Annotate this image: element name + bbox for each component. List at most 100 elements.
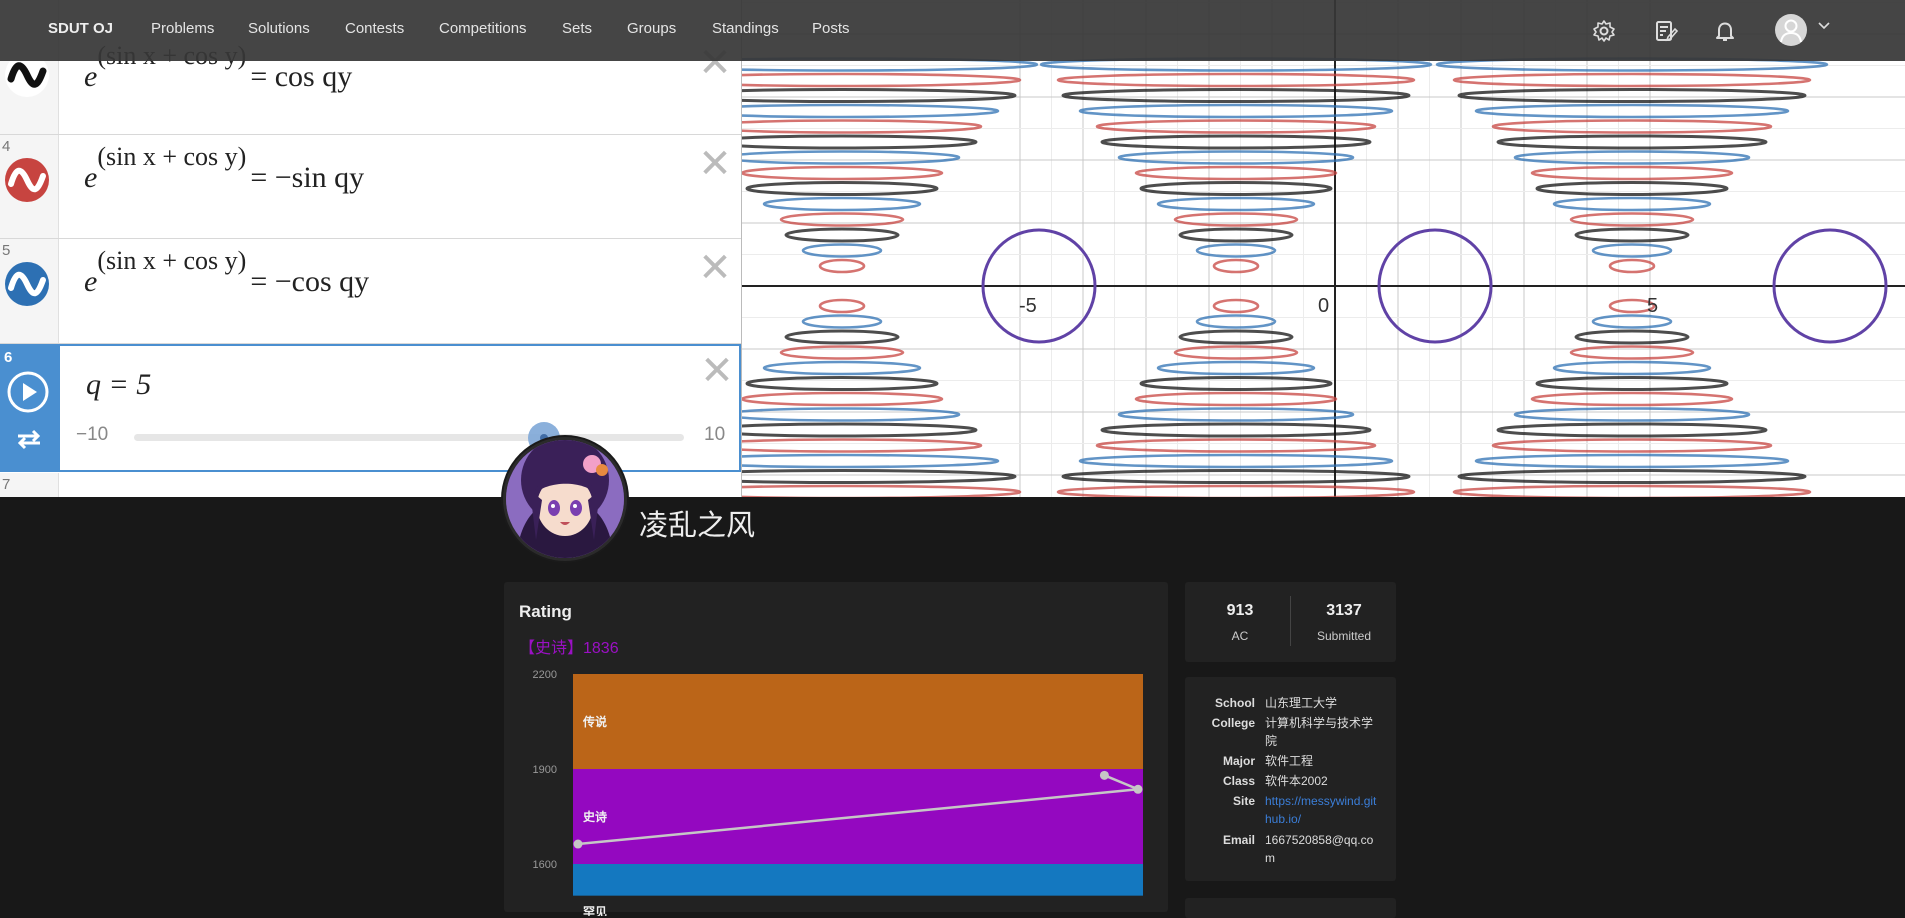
curve-contour: [742, 134, 978, 150]
nav-contests[interactable]: Contests: [345, 20, 404, 37]
curve-contour: [742, 469, 1017, 484]
curve-contour: [745, 376, 939, 391]
submitted-label: Submitted: [1316, 629, 1372, 643]
curve-contour: [1530, 391, 1734, 407]
expression-formula[interactable]: e(sin x + cos y) = −sin qy: [84, 142, 364, 195]
curve-contour: [742, 438, 983, 453]
y-tick-label: 2200: [533, 669, 557, 681]
curve-contour: [1474, 453, 1790, 469]
curve-contour: [1212, 298, 1260, 314]
slider-track[interactable]: [134, 434, 684, 441]
submitted-count: 3137: [1326, 602, 1362, 619]
delete-expression-icon[interactable]: ✕: [698, 144, 732, 184]
curve-contour: [1156, 360, 1316, 376]
rating-chart: 传说史诗罕见 2200 1900 1600: [533, 669, 1143, 916]
curve-contour: [1212, 258, 1260, 274]
rating-card: Rating 【史诗】1836 传说 史诗 罕见 2200 1900 1600: [504, 582, 1168, 916]
curve-contour: [742, 165, 944, 181]
curve-contour: [1100, 134, 1372, 150]
band-label: 史诗: [583, 809, 607, 824]
nav-posts[interactable]: Posts: [812, 20, 850, 37]
curve-contour: [742, 422, 978, 438]
edit-note-icon[interactable]: [1654, 19, 1678, 43]
curve-contour: [1535, 376, 1729, 391]
curve-contour: [779, 345, 905, 360]
curve-contour: [1178, 329, 1294, 345]
graph-tick-label: 5: [1647, 295, 1658, 317]
curve-contour: [1173, 345, 1299, 360]
rating-point: [1099, 770, 1109, 780]
rating-band: [573, 864, 1143, 896]
graph-tick-label: -5: [1019, 295, 1037, 317]
row-number: 6: [4, 349, 13, 366]
chevron-down-icon[interactable]: [1816, 18, 1832, 34]
nav-groups[interactable]: Groups: [627, 20, 676, 37]
ac-label: AC: [1231, 629, 1249, 643]
curve-contour: [1173, 212, 1299, 227]
nav-problems[interactable]: Problems: [151, 20, 214, 37]
rating-band: [573, 674, 1143, 769]
notification-bell-icon[interactable]: [1713, 19, 1737, 43]
curve-contour: [742, 484, 1022, 497]
curve-contour: [745, 181, 939, 196]
expression-formula[interactable]: e(sin x + cos y) = −cos qy: [84, 246, 369, 299]
loop-icon[interactable]: [14, 426, 44, 452]
stat-submitted: 3137 Submitted: [1294, 602, 1394, 643]
site-brand[interactable]: SDUT OJ: [48, 20, 113, 37]
profile-username: 凌乱之风: [639, 510, 756, 542]
graph-style-icon[interactable]: [4, 157, 50, 203]
curve-contour: [1491, 438, 1773, 453]
curve-contour: [1139, 181, 1333, 196]
nav-solutions[interactable]: Solutions: [248, 20, 310, 37]
curve-contour: [1457, 88, 1807, 103]
row-gutter: 4: [0, 135, 59, 238]
nav-standings[interactable]: Standings: [712, 20, 779, 37]
band-label: 传说: [582, 714, 607, 729]
extra-card: [1185, 898, 1396, 918]
curve-contour: [1496, 134, 1768, 150]
curve-contour: [1569, 212, 1695, 227]
stats-card: 913 AC 3137 Submitted: [1185, 582, 1396, 662]
curve-contour: [818, 258, 866, 274]
expression-formula: e(sin x + cos y) = cos qy: [84, 41, 353, 93]
settings-gear-icon[interactable]: [1592, 19, 1616, 43]
curve-contour: [1496, 422, 1768, 438]
curve-contour: [1608, 258, 1656, 274]
rating-point: [573, 839, 583, 849]
profile-avatar: [503, 437, 627, 561]
expression-row: 5 e(sin x + cos y) = −cos qy ✕: [0, 239, 741, 344]
curve-contour: [1078, 103, 1394, 119]
row-gutter: 7: [0, 473, 59, 497]
graph-curves: [742, 57, 1888, 497]
graph-style-icon[interactable]: [4, 261, 50, 307]
user-avatar-icon[interactable]: [1775, 14, 1807, 46]
curve-contour: [742, 407, 961, 422]
slider-label[interactable]: q = 5: [86, 368, 151, 402]
row-number: 7: [2, 476, 11, 493]
curve-contour: [1178, 227, 1294, 243]
curve-contour: [762, 196, 922, 212]
curve-contour: [784, 227, 900, 243]
curve-contour: [1139, 376, 1333, 391]
nav-competitions[interactable]: Competitions: [439, 20, 527, 37]
curve-contour: [1095, 438, 1377, 453]
curve-contour: [1513, 407, 1751, 422]
curve-contour: [1117, 407, 1355, 422]
curve-contour: [742, 103, 1000, 119]
nav-sets[interactable]: Sets: [562, 20, 592, 37]
curve-contour: [1569, 345, 1695, 360]
curve-contour: [818, 298, 866, 314]
curve-contour: [1552, 360, 1712, 376]
site-link[interactable]: https://messywind.github.io/: [1265, 792, 1383, 828]
graph-canvas: -5 0 5: [742, 0, 1905, 497]
curve-contour: [779, 212, 905, 227]
delete-expression-icon[interactable]: ✕: [698, 248, 732, 288]
delete-expression-icon[interactable]: ✕: [700, 351, 734, 391]
expression-list: e(sin x + cos y) = cos qy ✕ 4 e(sin x + …: [0, 0, 742, 497]
curve-contour: [1474, 103, 1790, 119]
rating-current: 【史诗】1836: [519, 640, 619, 657]
rating-title: Rating: [519, 602, 572, 621]
top-navbar: SDUT OJ Problems Solutions Contests Comp…: [0, 0, 1905, 61]
curve-contour: [1134, 165, 1338, 181]
play-icon[interactable]: [6, 370, 50, 414]
